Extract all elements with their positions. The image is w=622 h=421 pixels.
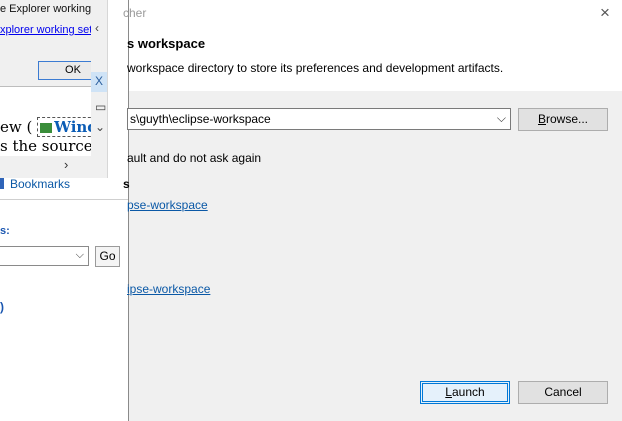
workspace-path-combo[interactable]: s\guyth\eclipse-workspace ⌵ — [127, 108, 511, 130]
chevron-down-icon: ⌵ — [75, 249, 84, 261]
windows-link-label: Wind — [54, 118, 91, 136]
dialog-body — [129, 91, 622, 421]
bookmarks-icon — [0, 178, 4, 189]
bookmarks-link[interactable]: Bookmarks — [0, 177, 70, 191]
search-scope-select[interactable]: ⌵ — [0, 246, 89, 266]
dialog-header: cher × s workspace workspace directory t… — [123, 0, 622, 91]
collapse-icon[interactable]: ⌄ — [95, 120, 105, 134]
alert-link[interactable]: xplorer working sets — [0, 24, 91, 36]
dialog-description: workspace directory to store its prefere… — [127, 61, 504, 75]
windows-icon — [40, 123, 53, 133]
source-line: s the source o — [0, 137, 91, 155]
help-link[interactable]: ) — [0, 300, 4, 314]
go-button[interactable]: Go — [95, 246, 120, 267]
browse-button[interactable]: Browse... — [518, 108, 608, 131]
close-icon[interactable]: X — [95, 74, 103, 88]
ok-button[interactable]: OK — [38, 61, 91, 80]
windows-link[interactable]: Wind — [37, 117, 91, 137]
help-divider — [0, 199, 130, 200]
chevron-down-icon[interactable]: ⌵ — [497, 111, 506, 126]
use-default-checkbox-label[interactable]: ault and do not ask again — [127, 151, 261, 165]
recent-workspaces-heading: s — [123, 177, 130, 191]
close-button[interactable]: × — [595, 4, 615, 24]
alert-popup: e Explorer working xplorer working sets … — [0, 0, 92, 87]
back-icon[interactable]: ‹ — [95, 21, 99, 35]
source-text: ew ( — [0, 118, 33, 136]
launch-button[interactable]: Launch — [420, 381, 510, 404]
source-page: ew ( Wind s the source o — [0, 110, 91, 156]
recent-workspace-link[interactable]: ipse-workspace — [127, 282, 210, 296]
help-side-strip: ‹ X ▭ ⌄ — [91, 0, 108, 178]
dialog-title: cher — [123, 6, 147, 20]
alert-message: e Explorer working — [0, 3, 92, 15]
bookmarks-label: Bookmarks — [10, 177, 71, 191]
search-scope-label: s: — [0, 225, 10, 237]
workspace-path-value: s\guyth\eclipse-workspace — [130, 112, 271, 126]
recent-workspace-link[interactable]: pse-workspace — [127, 198, 208, 212]
source-line: ew ( Wind — [0, 117, 91, 137]
workspace-launcher-dialog: cher × s workspace workspace directory t… — [123, 0, 622, 421]
scroll-right-icon[interactable]: › — [64, 157, 68, 172]
dialog-heading: s workspace — [127, 36, 206, 51]
restore-icon[interactable]: ▭ — [95, 100, 106, 114]
cancel-button[interactable]: Cancel — [518, 381, 608, 404]
